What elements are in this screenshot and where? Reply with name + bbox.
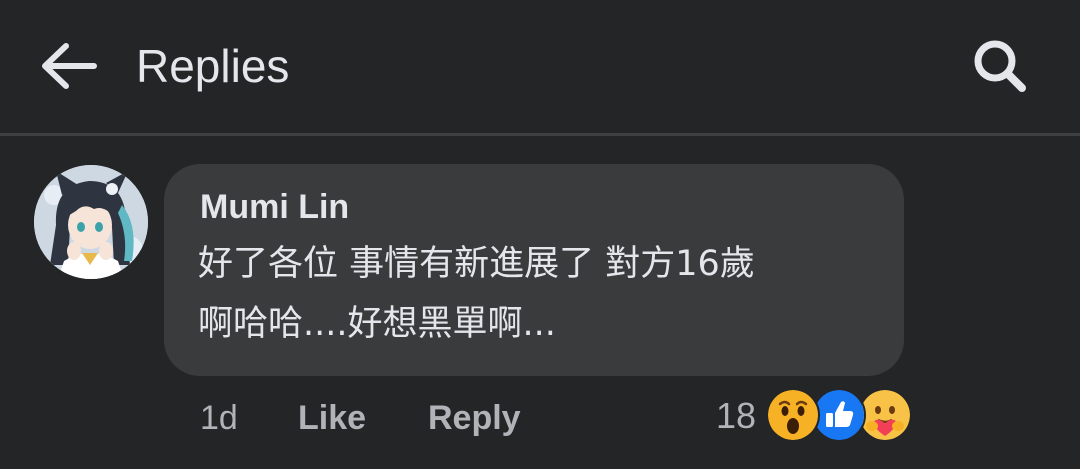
comment-text-line: 好了各位 事情有新進展了 對方16歲 (198, 244, 755, 284)
wow-reaction-icon (766, 388, 820, 442)
arrow-left-icon (42, 43, 97, 89)
search-icon (974, 40, 1026, 92)
comment-timestamp: 1d (200, 399, 238, 437)
reply-button[interactable]: Reply (428, 394, 521, 442)
like-reaction-icon (812, 388, 866, 442)
comment-bubble: Mumi Lin 好了各位 事情有新進展了 對方16歲 啊哈哈....好想黑單啊… (164, 164, 904, 376)
reaction-count: 18 (716, 395, 757, 436)
top-app-bar: Replies (0, 0, 1080, 134)
back-button[interactable] (30, 28, 106, 104)
anime-girl-avatar (34, 165, 148, 279)
comment-text: 好了各位 事情有新進展了 對方16歲 啊哈哈....好想黑單啊... (198, 234, 888, 354)
avatar[interactable] (34, 165, 148, 279)
search-button[interactable] (962, 28, 1038, 104)
care-reaction-icon (858, 388, 912, 442)
comment-text-line: 啊哈哈....好想黑單啊... (198, 304, 556, 344)
page-title: Replies (136, 40, 290, 92)
reactions-summary[interactable] (766, 388, 912, 442)
like-button[interactable]: Like (298, 394, 366, 442)
header-divider (0, 133, 1080, 136)
comment-author[interactable]: Mumi Lin (200, 186, 349, 228)
